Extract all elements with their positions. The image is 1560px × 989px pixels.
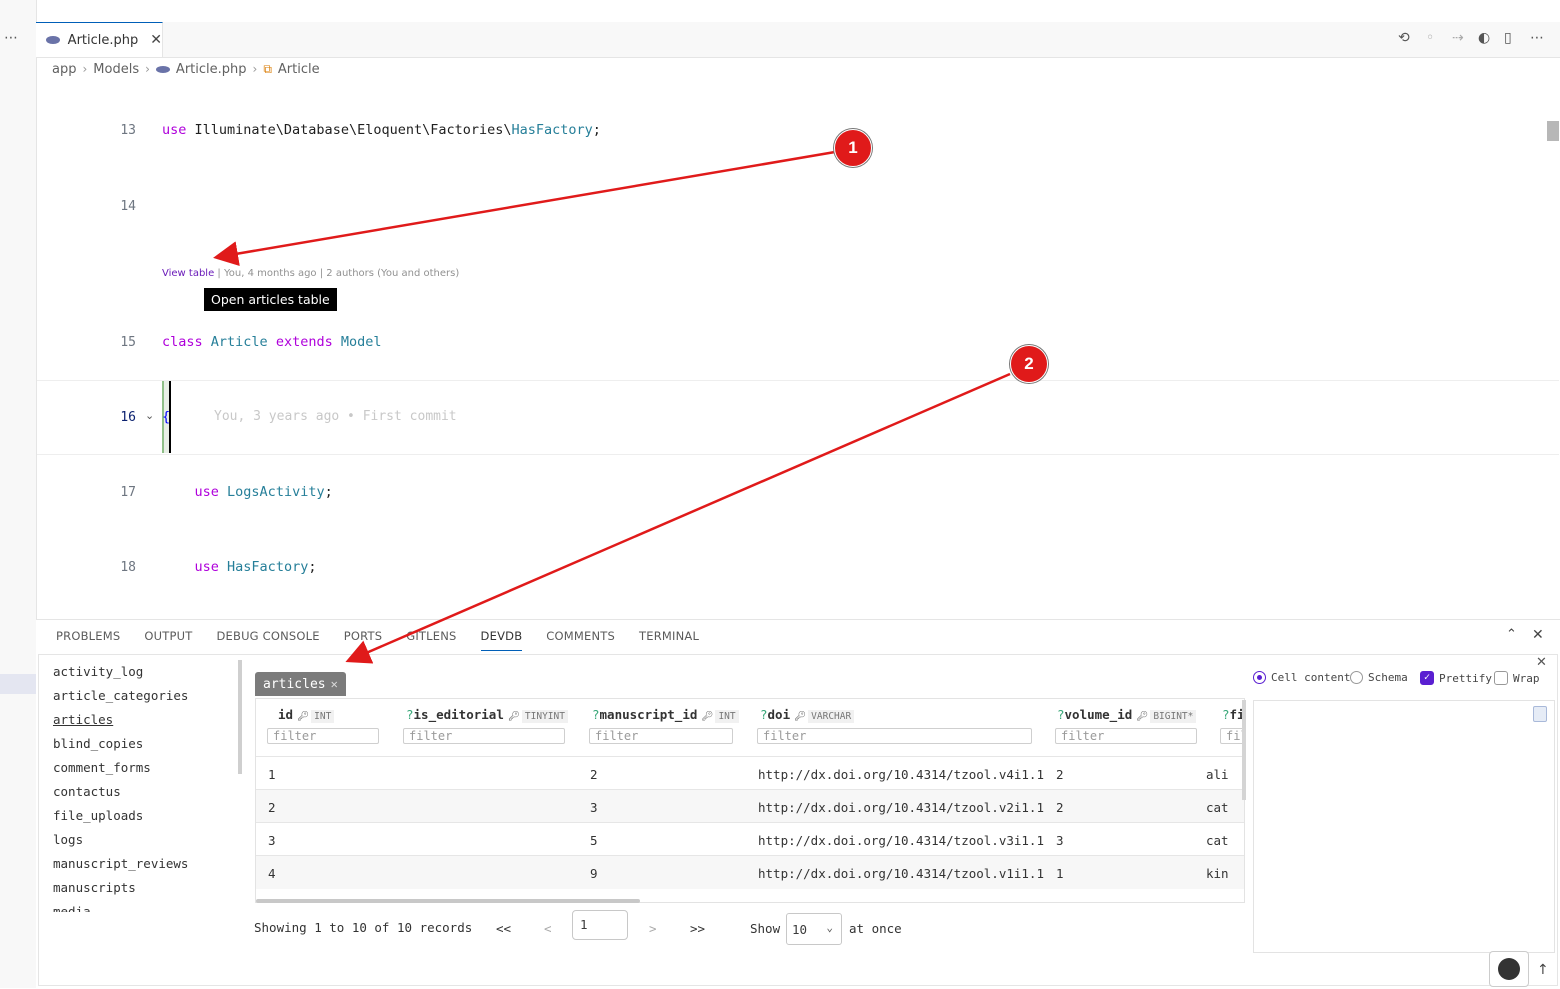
annotation-arrows — [213, 150, 1011, 664]
annotation-arrow-1 — [213, 150, 836, 266]
annotation-badge-2: 2 — [1010, 345, 1048, 383]
annotation-arrow-2 — [345, 372, 1011, 664]
annotation-badge-1: 1 — [834, 129, 872, 167]
